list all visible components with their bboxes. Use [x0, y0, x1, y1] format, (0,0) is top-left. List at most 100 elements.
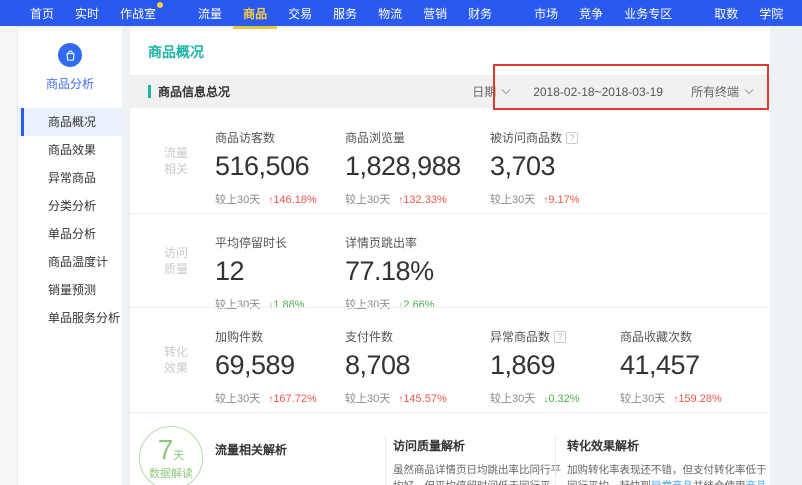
trend-indicator: ↑132.33% [398, 194, 446, 206]
nav-item-goods[interactable]: 商品 [243, 5, 267, 22]
metric-compare: 较上30天 ↑9.17% [490, 191, 620, 207]
terminal-label: 所有终端 [691, 83, 739, 100]
trend-indicator: ↑167.72% [268, 393, 316, 405]
metric-row-conversion: 转化效果 加购件数 69,589 较上30天 ↑167.72% 支付件数 8,7… [130, 307, 770, 412]
metric-add-to-cart: 加购件数 69,589 较上30天 ↑167.72% [215, 308, 345, 406]
compare-label: 较上30天 [345, 194, 390, 206]
date-range-picker[interactable]: 2018-02-18~2018-03-19 [533, 85, 663, 99]
sidebar-item-goods-thermometer[interactable]: 商品温度计 [18, 248, 122, 276]
insight-column-conversion: 转化效果解析 加购转化率表现还不错，但支付转化率低于同行平均，赶快到异常商品并结… [567, 437, 769, 485]
column-divider [555, 435, 556, 485]
sidebar-item-goods-effect[interactable]: 商品效果 [18, 136, 122, 164]
trend-indicator: ↑146.18% [268, 194, 316, 206]
sidebar-item-goods-overview[interactable]: 商品概况 [18, 108, 122, 136]
nav-item-competition[interactable]: 竞争 [579, 5, 603, 22]
nav-item-traffic[interactable]: 流量 [198, 5, 222, 22]
nav-item-service[interactable]: 服务 [333, 5, 357, 22]
metric-value: 77.18% [345, 256, 475, 287]
sidebar-group-header: 商品分析 [18, 28, 122, 92]
metric-avg-stay-time: 平均停留时长 12 较上30天 ↓1.88% [215, 214, 345, 312]
filter-controls: 日期 2018-02-18~2018-03-19 所有终端 [472, 83, 752, 100]
metric-value: 12 [215, 256, 345, 287]
metric-group-label: 访问质量 [164, 245, 192, 277]
abnormal-goods-link[interactable]: 异常商品 [651, 480, 693, 485]
help-icon[interactable]: ? [566, 132, 578, 144]
trend-value: 145.57% [403, 393, 446, 405]
metric-visitors: 商品访客数 516,506 较上30天 ↑146.18% [215, 109, 345, 207]
trend-indicator: ↑145.57% [398, 393, 446, 405]
metric-compare: 较上30天 ↑159.28% [620, 390, 750, 406]
trend-indicator: ↓0.32% [543, 393, 579, 405]
insight-body: 虽然商品详情页日均跳出率比同行平均好，但平均停留时间低于同行平均，请关注页面搭配… [393, 463, 565, 485]
nav-item-business-zone[interactable]: 业务专区 [624, 5, 672, 22]
metric-label: 商品浏览量 [345, 129, 405, 146]
sidebar-group-title: 商品分析 [18, 75, 122, 92]
metric-value: 41,457 [620, 350, 750, 381]
sidebar-item-category-analysis[interactable]: 分类分析 [18, 192, 122, 220]
nav-item-finance[interactable]: 财务 [468, 5, 492, 22]
compare-label: 较上30天 [215, 393, 260, 405]
trend-value: 9.17% [548, 194, 579, 206]
compare-label: 较上30天 [345, 393, 390, 405]
nav-item-home[interactable]: 首页 [30, 5, 54, 22]
collapsed-left-rail [0, 26, 18, 485]
metric-compare: 较上30天 ↓0.32% [490, 390, 620, 406]
sidebar-item-abnormal-goods[interactable]: 异常商品 [18, 164, 122, 192]
insights-section: 7天 数据解读 流量相关解析 访问质量解析 虽然商品详情页日均跳出率比同行平均好… [130, 412, 770, 485]
metric-group-label: 转化效果 [164, 344, 192, 376]
trend-value: 167.72% [273, 393, 316, 405]
insight-column-traffic: 流量相关解析 [215, 441, 287, 467]
date-type-dropdown[interactable]: 日期 [472, 83, 509, 100]
nav-item-label: 商品 [243, 7, 267, 21]
badge-number: 7 [158, 434, 174, 465]
section-title: 商品信息总况 [158, 83, 230, 100]
nav-item-marketing[interactable]: 营销 [423, 5, 447, 22]
nav-item-war-room[interactable]: 作战室 [120, 5, 156, 22]
badge-unit: 天 [173, 450, 184, 462]
notification-dot-icon [157, 2, 163, 8]
section-tick [148, 85, 151, 98]
nav-item-data-extract[interactable]: 取数 [714, 5, 738, 22]
metric-value: 3,703 [490, 151, 620, 182]
metric-label: 被访问商品数 [490, 129, 562, 146]
trend-indicator: ↑159.28% [673, 393, 721, 405]
trend-value: 146.18% [273, 194, 316, 206]
nav-item-academy[interactable]: 学院 [759, 5, 783, 22]
page-title: 商品概况 [130, 28, 770, 62]
metric-paid-items: 支付件数 8,708 较上30天 ↑145.57% [345, 308, 475, 406]
metric-label: 商品收藏次数 [620, 328, 692, 345]
seven-day-badge: 7天 数据解读 [139, 426, 203, 485]
sidebar-menu: 商品概况 商品效果 异常商品 分类分析 单品分析 商品温度计 销量预测 单品服务… [18, 108, 122, 332]
insight-title: 访问质量解析 [393, 437, 565, 454]
insight-body: 加购转化率表现还不错，但支付转化率低于同行平均，赶快到异常商品并结合使用商品温度… [567, 463, 769, 485]
chevron-down-icon [745, 86, 753, 94]
sidebar-item-single-item-analysis[interactable]: 单品分析 [18, 220, 122, 248]
nav-item-label: 作战室 [120, 7, 156, 21]
metric-label: 平均停留时长 [215, 234, 287, 251]
sidebar-item-label: 商品概况 [48, 115, 96, 129]
top-navigation: 首页 实时 作战室 流量 商品 交易 服务 物流 营销 财务 市场 竞争 业务专… [0, 0, 802, 26]
trend-value: 132.33% [403, 194, 446, 206]
metric-group-label: 流量相关 [164, 145, 192, 177]
nav-item-trade[interactable]: 交易 [288, 5, 312, 22]
nav-item-market[interactable]: 市场 [534, 5, 558, 22]
chevron-down-icon [502, 86, 510, 94]
nav-item-logistics[interactable]: 物流 [378, 5, 402, 22]
metric-detail-bounce-rate: 详情页跳出率 77.18% 较上30天 ↓2.66% [345, 214, 475, 312]
active-tab-underline [233, 26, 277, 29]
metric-value: 1,828,988 [345, 151, 475, 182]
sidebar-item-sales-forecast[interactable]: 销量预测 [18, 276, 122, 304]
compare-label: 较上30天 [215, 194, 260, 206]
shopping-bag-icon [58, 43, 82, 67]
metric-favorites: 商品收藏次数 41,457 较上30天 ↑159.28% [620, 308, 750, 406]
terminal-dropdown[interactable]: 所有终端 [691, 83, 752, 100]
compare-label: 较上30天 [490, 194, 535, 206]
metric-abnormal-items: 异常商品数 ? 1,869 较上30天 ↓0.32% [490, 308, 620, 406]
main-panel: 商品概况 商品信息总况 日期 2018-02-18~2018-03-19 所有终… [130, 28, 770, 485]
nav-item-realtime[interactable]: 实时 [75, 5, 99, 22]
help-icon[interactable]: ? [554, 331, 566, 343]
sidebar: 商品分析 商品概况 商品效果 异常商品 分类分析 单品分析 商品温度计 销量预测… [18, 28, 122, 485]
metric-pageviews: 商品浏览量 1,828,988 较上30天 ↑132.33% [345, 109, 475, 207]
metric-label: 商品访客数 [215, 129, 275, 146]
sidebar-item-single-item-service[interactable]: 单品服务分析 [18, 304, 122, 332]
